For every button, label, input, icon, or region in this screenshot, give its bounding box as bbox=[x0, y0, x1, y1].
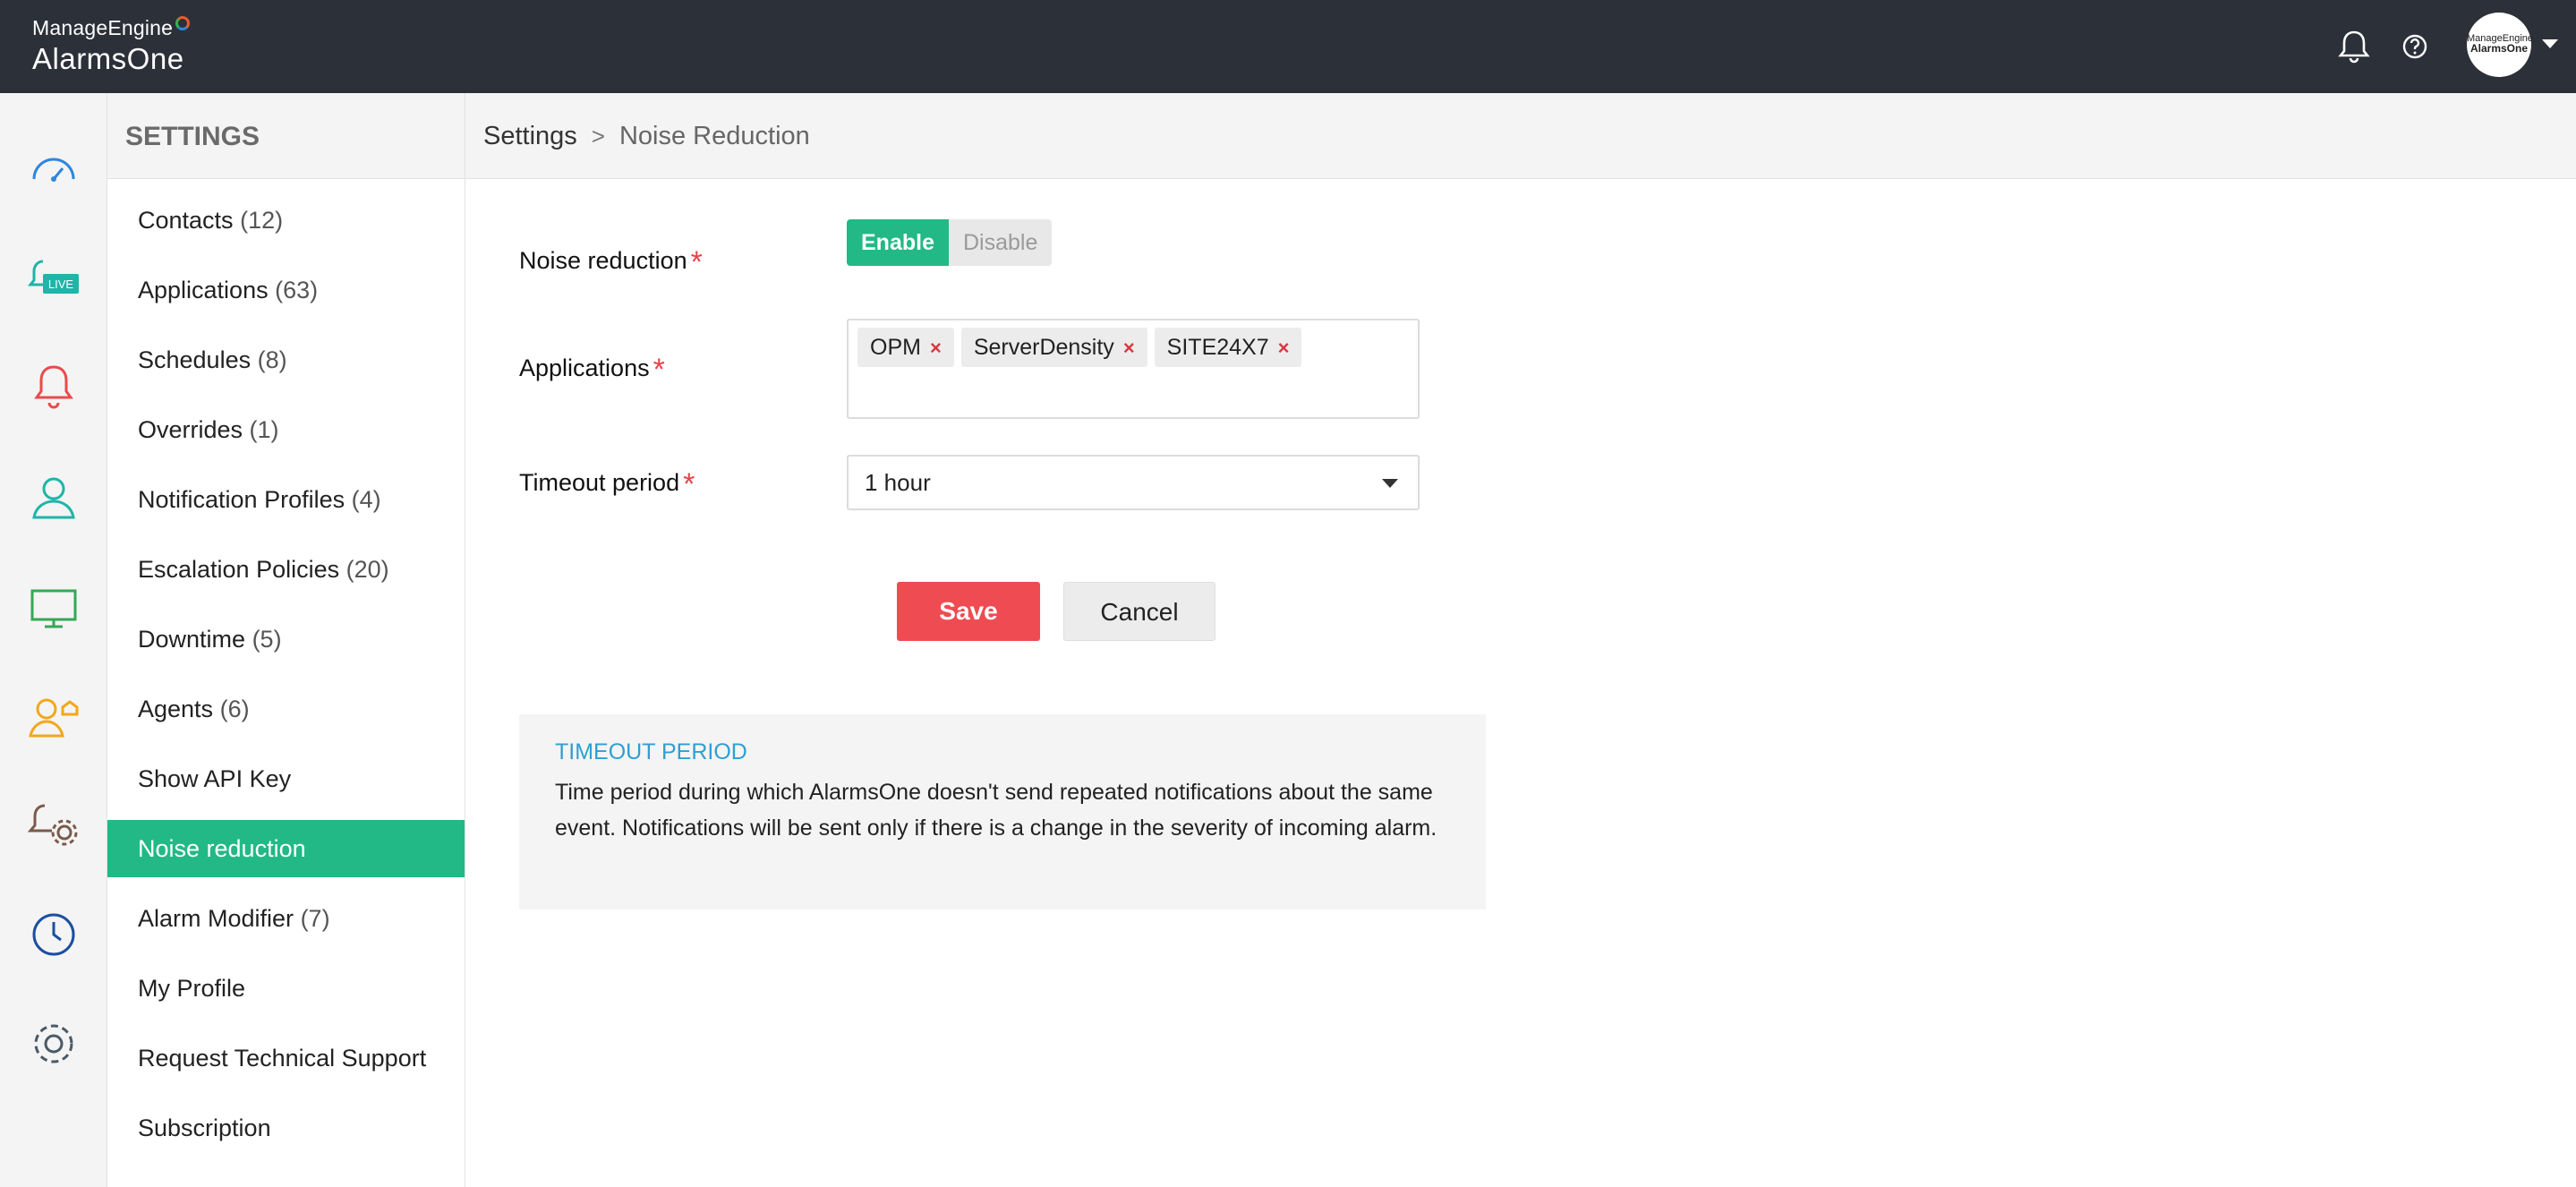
notifications-bell-icon[interactable] bbox=[2334, 27, 2374, 66]
sidebar-item-label: Agents bbox=[138, 696, 214, 722]
top-bar: ManageEngine AlarmsOne ManageEngine Alar… bbox=[0, 0, 2576, 93]
remove-tag-icon[interactable]: × bbox=[1278, 337, 1290, 359]
sidebar-item-label: Downtime bbox=[138, 626, 246, 653]
sidebar-item-subscription[interactable]: Subscription bbox=[107, 1099, 465, 1157]
sidebar-item-label: Notification Profiles bbox=[138, 486, 345, 513]
users-icon[interactable] bbox=[23, 467, 84, 528]
settings-automation-icon[interactable] bbox=[23, 795, 84, 856]
sidebar-item-label: Overrides bbox=[138, 416, 243, 443]
sidebar-item-label: Request Technical Support bbox=[138, 1045, 427, 1072]
brand-swirl-icon bbox=[175, 16, 191, 30]
application-tag: SITE24X7 × bbox=[1154, 328, 1302, 367]
sidebar-item-label: Show API Key bbox=[138, 765, 292, 792]
dashboard-icon[interactable] bbox=[23, 140, 84, 201]
icon-rail: LIVE bbox=[0, 93, 107, 1187]
sidebar-item-noise-reduction[interactable]: Noise reduction bbox=[107, 820, 465, 877]
sidebar-item-agents[interactable]: Agents (6) bbox=[107, 680, 465, 738]
chevron-down-icon bbox=[1382, 479, 1398, 488]
required-mark: * bbox=[653, 353, 665, 387]
sidebar-item-overrides[interactable]: Overrides (1) bbox=[107, 401, 465, 458]
remove-tag-icon[interactable]: × bbox=[1123, 337, 1135, 359]
noise-reduction-toggle: Enable Disable bbox=[847, 219, 1053, 266]
avatar-product: AlarmsOne bbox=[2469, 42, 2529, 55]
history-icon[interactable] bbox=[23, 904, 84, 965]
sidebar-item-label: My Profile bbox=[138, 975, 246, 1002]
sidebar-item-count: (7) bbox=[300, 905, 330, 932]
application-tag-label: SITE24X7 bbox=[1166, 335, 1269, 360]
live-badge: LIVE bbox=[48, 278, 74, 291]
application-tag: OPM × bbox=[857, 328, 954, 367]
sidebar-item-label: Contacts bbox=[138, 207, 234, 234]
sidebar-list: Contacts (12) Applications (63) Schedules … bbox=[107, 192, 465, 1157]
sidebar-item-my-profile[interactable]: My Profile bbox=[107, 960, 465, 1017]
timeout-period-select[interactable]: 1 hour bbox=[847, 455, 1420, 510]
noise-reduction-label: Noise reduction * bbox=[519, 245, 703, 279]
info-title: TIMEOUT PERIOD bbox=[555, 739, 747, 764]
alarms-icon[interactable] bbox=[23, 358, 84, 419]
sidebar-item-count: (5) bbox=[252, 626, 282, 653]
sidebar-item-count: (8) bbox=[257, 346, 287, 373]
brand-logo[interactable]: ManageEngine AlarmsOne bbox=[32, 16, 191, 76]
sidebar-item-contacts[interactable]: Contacts (12) bbox=[107, 192, 465, 249]
brand-company: ManageEngine bbox=[32, 16, 174, 39]
sidebar-item-escalation-policies[interactable]: Escalation Policies (20) bbox=[107, 541, 465, 598]
timeout-period-label: Timeout period * bbox=[519, 467, 695, 501]
remove-tag-icon[interactable]: × bbox=[930, 337, 942, 359]
settings-sidebar: SETTINGS Contacts (12) Applications (63) S… bbox=[107, 93, 465, 1187]
sidebar-item-label: Alarm Modifier bbox=[138, 905, 294, 932]
application-tag-label: ServerDensity bbox=[973, 335, 1114, 360]
cancel-button[interactable]: Cancel bbox=[1063, 582, 1215, 641]
live-alarms-icon[interactable]: LIVE bbox=[23, 249, 84, 310]
info-body: Time period during which AlarmsOne doesn… bbox=[555, 780, 1437, 841]
account-menu-caret-icon[interactable] bbox=[2542, 39, 2558, 48]
sidebar-item-request-technical-support[interactable]: Request Technical Support bbox=[107, 1029, 465, 1087]
breadcrumb-current: Noise Reduction bbox=[618, 122, 810, 150]
timeout-period-value: 1 hour bbox=[865, 469, 931, 496]
save-button[interactable]: Save bbox=[897, 582, 1040, 641]
sidebar-heading: SETTINGS bbox=[107, 93, 465, 179]
required-mark: * bbox=[683, 467, 695, 501]
sidebar-item-count: (63) bbox=[275, 277, 319, 303]
sidebar-item-count: (6) bbox=[219, 696, 250, 722]
settings-icon[interactable] bbox=[23, 1013, 84, 1074]
help-icon[interactable] bbox=[2395, 27, 2435, 66]
brand-product: AlarmsOne bbox=[32, 42, 184, 75]
breadcrumb-separator: > bbox=[591, 123, 605, 149]
application-tag: ServerDensity × bbox=[960, 328, 1147, 367]
sidebar-item-count: (20) bbox=[345, 556, 389, 583]
breadcrumb-settings-link[interactable]: Settings bbox=[483, 122, 577, 150]
timeout-info-panel: TIMEOUT PERIOD Time period during which … bbox=[519, 714, 1486, 909]
sidebar-item-count: (4) bbox=[351, 486, 381, 513]
enable-button[interactable]: Enable bbox=[847, 219, 949, 266]
monitor-icon[interactable] bbox=[23, 576, 84, 637]
applications-label: Applications * bbox=[519, 353, 665, 387]
sidebar-item-label: Escalation Policies bbox=[138, 556, 340, 583]
disable-button[interactable]: Disable bbox=[948, 219, 1053, 266]
sidebar-item-applications[interactable]: Applications (63) bbox=[107, 261, 465, 319]
sidebar-item-label: Applications bbox=[138, 277, 269, 303]
required-mark: * bbox=[690, 245, 703, 279]
sidebar-item-notification-profiles[interactable]: Notification Profiles (4) bbox=[107, 471, 465, 528]
contact-group-icon[interactable] bbox=[23, 686, 84, 747]
sidebar-item-count: (1) bbox=[249, 416, 279, 443]
sidebar-item-downtime[interactable]: Downtime (5) bbox=[107, 611, 465, 668]
application-tag-label: OPM bbox=[870, 335, 921, 360]
breadcrumb: Settings > Noise Reduction bbox=[465, 93, 2576, 179]
applications-tag-input[interactable]: OPM × ServerDensity × SITE24X7 × bbox=[847, 319, 1420, 419]
sidebar-item-show-api-key[interactable]: Show API Key bbox=[107, 750, 465, 807]
sidebar-item-alarm-modifier[interactable]: Alarm Modifier (7) bbox=[107, 890, 465, 947]
sidebar-item-label: Subscription bbox=[138, 1114, 271, 1141]
sidebar-item-label: Schedules bbox=[138, 346, 252, 373]
sidebar-item-schedules[interactable]: Schedules (8) bbox=[107, 331, 465, 389]
avatar[interactable]: ManageEngine AlarmsOne bbox=[2467, 13, 2533, 77]
sidebar-item-count: (12) bbox=[240, 207, 284, 234]
sidebar-item-label: Noise reduction bbox=[138, 835, 306, 862]
